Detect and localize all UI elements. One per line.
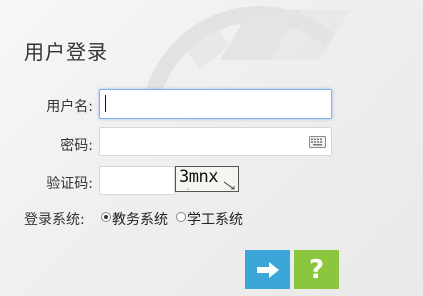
- username-input[interactable]: [99, 89, 332, 119]
- keyboard-icon[interactable]: [309, 136, 326, 148]
- captcha-image[interactable]: 3mnx: [175, 166, 239, 192]
- password-label: 密码:: [60, 138, 93, 154]
- radio-xuegong[interactable]: [176, 212, 186, 222]
- radio-xuegong-label[interactable]: 学工系统: [187, 209, 243, 229]
- username-label: 用户名:: [46, 99, 93, 115]
- system-label: 登录系统:: [24, 212, 85, 228]
- login-button[interactable]: [245, 250, 290, 289]
- page-title: 用户登录: [24, 40, 108, 64]
- captcha-noise: [187, 171, 235, 190]
- captcha-input[interactable]: [99, 166, 175, 195]
- radio-jiaowu-label[interactable]: 教务系统: [112, 209, 168, 229]
- password-input[interactable]: [99, 127, 332, 156]
- text-caret: [105, 95, 106, 112]
- radio-jiaowu[interactable]: [101, 212, 111, 222]
- help-button[interactable]: ?: [294, 250, 339, 289]
- arrow-right-icon: [256, 261, 279, 278]
- captcha-label: 验证码:: [46, 176, 93, 192]
